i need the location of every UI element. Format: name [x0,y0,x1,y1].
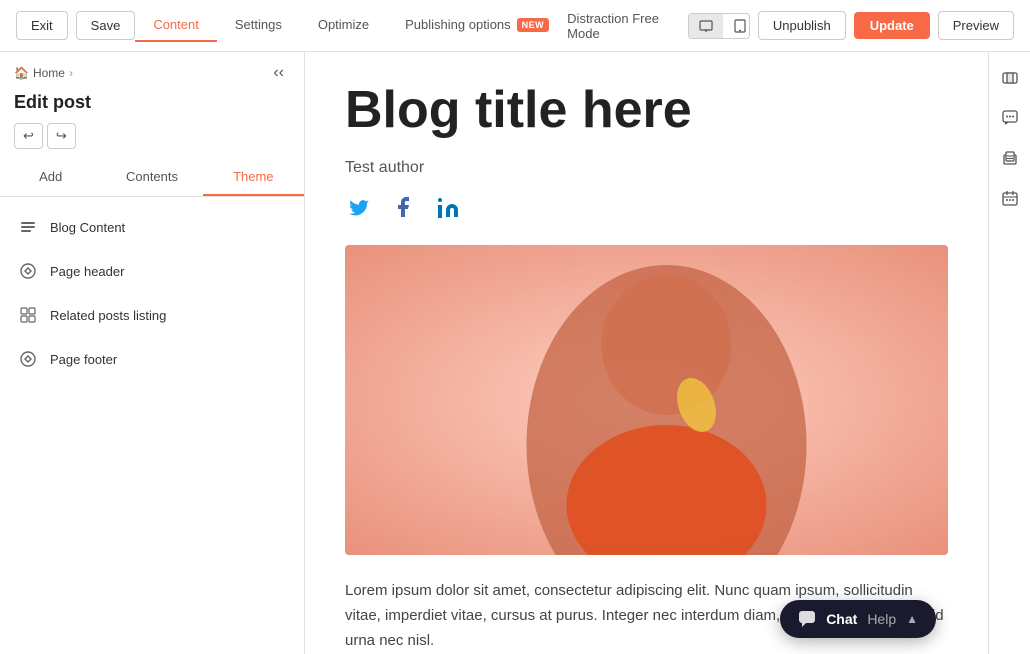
sidebar-tab-contents[interactable]: Contents [101,159,202,196]
topbar-left: Exit Save [16,11,135,40]
tab-settings[interactable]: Settings [217,9,300,42]
chat-chevron-icon: ▲ [906,612,918,626]
topbar: Exit Save Content Settings Optimize Publ… [0,0,1030,52]
unpublish-button[interactable]: Unpublish [758,11,846,40]
right-panel [988,52,1030,654]
right-icon-layers[interactable] [992,140,1028,176]
facebook-icon[interactable] [389,193,417,221]
save-button[interactable]: Save [76,11,136,40]
breadcrumb-chevron: › [69,66,73,80]
view-toggle-group [688,13,750,39]
chat-bubble-icon [798,610,816,628]
edit-post-title: Edit post [0,86,304,123]
sidebar-header: 🏠 Home › ‹‹ [0,52,304,86]
sidebar-item-label: Blog Content [50,220,125,235]
sidebar-tabs: Add Contents Theme [0,159,304,197]
sidebar-tab-theme[interactable]: Theme [203,159,304,196]
right-icon-expand[interactable] [992,60,1028,96]
topbar-right: Distraction Free Mode Unpublish Update P… [567,11,1014,41]
sidebar-item-page-header[interactable]: Page header [0,249,304,293]
chat-label: Chat [826,611,857,627]
tab-publishing[interactable]: Publishing options NEW [387,9,567,42]
sidebar-tab-add[interactable]: Add [0,159,101,196]
content-area: Blog title here Test author [305,52,988,654]
sidebar-item-label: Related posts listing [50,308,166,323]
twitter-icon[interactable] [345,193,373,221]
sidebar-item-related-posts[interactable]: Related posts listing [0,293,304,337]
page-footer-icon [18,349,38,369]
breadcrumb-home[interactable]: Home [33,66,65,80]
distraction-free-label: Distraction Free Mode [567,11,680,41]
tab-content[interactable]: Content [135,9,217,42]
exit-button[interactable]: Exit [16,11,68,40]
right-icon-calendar[interactable] [992,180,1028,216]
right-icon-chat[interactable] [992,100,1028,136]
chat-widget[interactable]: Chat Help ▲ [780,600,936,638]
sidebar-item-label: Page footer [50,352,117,367]
sidebar-item-blog-content[interactable]: Blog Content [0,205,304,249]
sidebar-item-page-footer[interactable]: Page footer [0,337,304,381]
page-header-icon [18,261,38,281]
list-icon [18,217,38,237]
grid-icon [18,305,38,325]
redo-button[interactable]: ↪ [47,123,76,149]
linkedin-icon[interactable] [433,193,461,221]
undo-redo-group: ↩ ↪ [0,123,304,159]
tab-optimize[interactable]: Optimize [300,9,387,42]
nav-tabs: Content Settings Optimize Publishing opt… [135,9,567,42]
blog-featured-image [345,245,948,555]
sidebar-item-label: Page header [50,264,124,279]
breadcrumb: 🏠 Home › [14,66,73,80]
content-inner: Blog title here Test author [305,52,988,654]
blog-title: Blog title here [345,82,948,139]
home-icon: 🏠 [14,66,29,80]
main-layout: 🏠 Home › ‹‹ Edit post ↩ ↪ Add Contents T… [0,52,1030,654]
collapse-sidebar-button[interactable]: ‹‹ [267,62,290,84]
new-badge: NEW [517,18,550,32]
blog-author: Test author [345,159,948,177]
update-button[interactable]: Update [854,12,930,39]
toggle-desktop[interactable] [689,14,723,38]
social-icons [345,193,948,221]
toggle-tablet[interactable] [723,14,750,38]
sidebar: 🏠 Home › ‹‹ Edit post ↩ ↪ Add Contents T… [0,52,305,654]
undo-button[interactable]: ↩ [14,123,43,149]
sidebar-items: Blog Content Page header [0,197,304,389]
preview-button[interactable]: Preview [938,11,1014,40]
chat-help-label: Help [867,611,896,627]
